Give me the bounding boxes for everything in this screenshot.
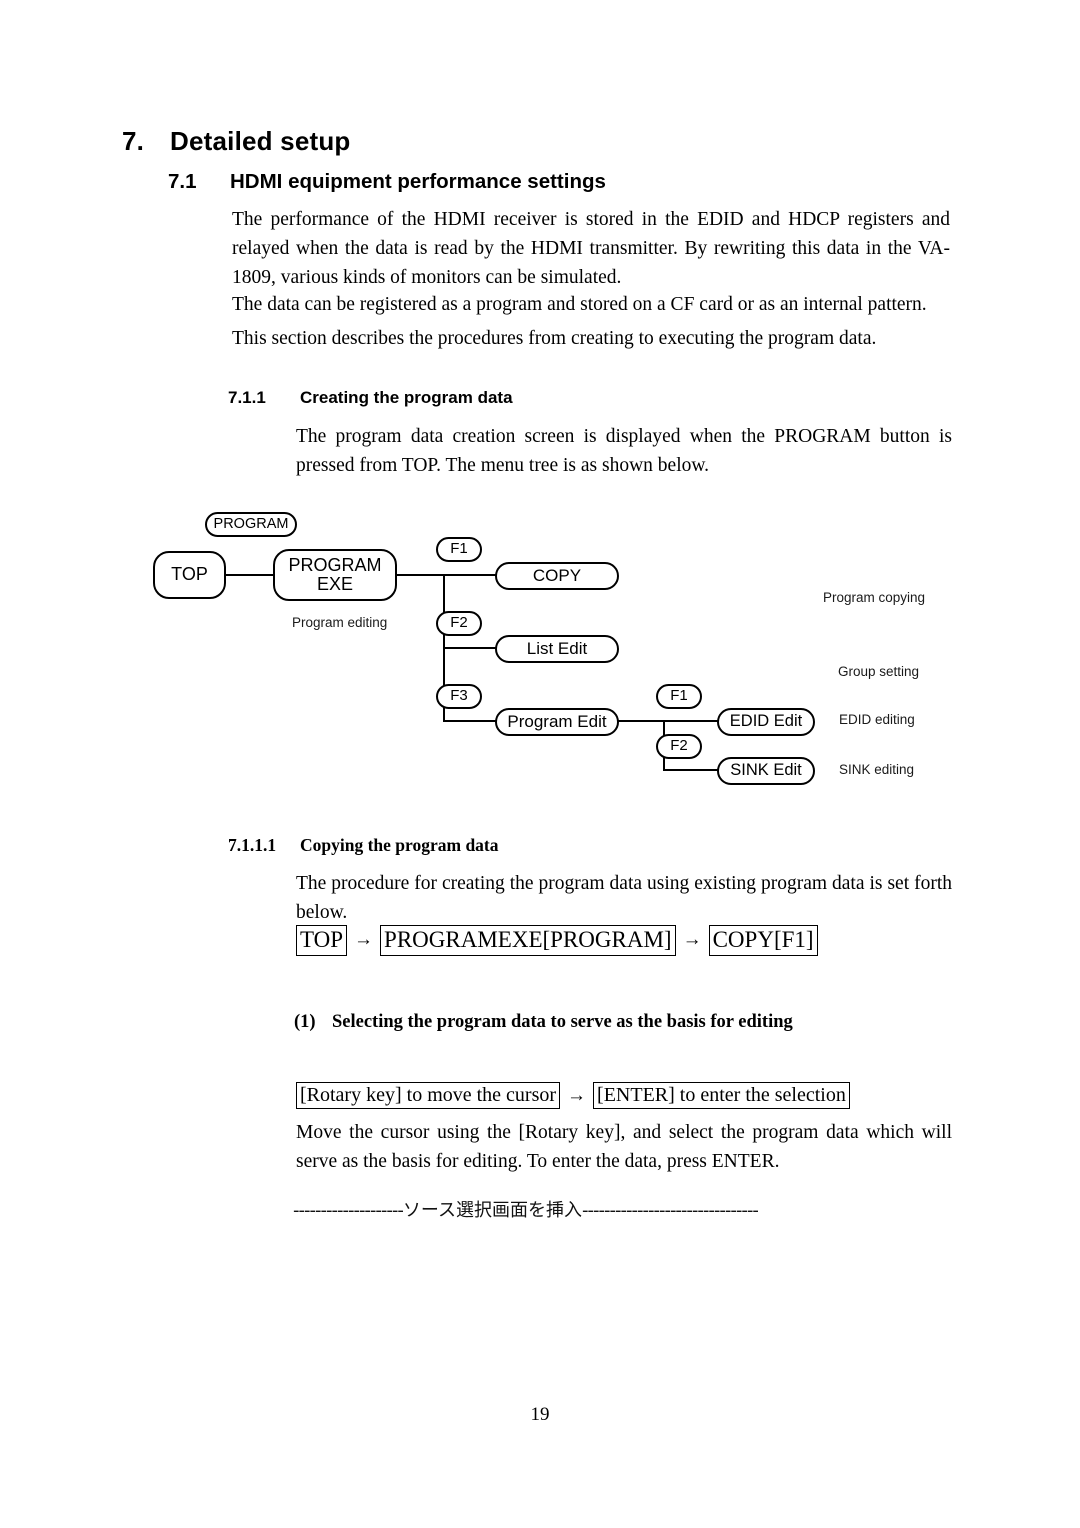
subsection-number-1: (1) [294,1012,316,1032]
tree-node-list-edit-label: List Edit [526,638,588,658]
connector-branch-programedit [443,720,498,722]
section-heading-7-1: 7.1 HDMI equipment performance settings [168,170,606,194]
connector-top-to-programexe [225,574,275,576]
key-sequence-nav-step-3: COPY[F1] [708,925,818,956]
tree-node-sink-edit: SINK Edit [717,757,815,785]
tree-node-f2-first-label: F2 [450,614,468,632]
tree-node-program-exe-label-2: EXE [316,574,354,594]
section-title-7-1: HDMI equipment performance settings [230,170,606,193]
tree-node-f1-second: F1 [656,684,702,709]
section-heading-7-1-1-1: 7.1.1.1 Copying the program data [228,835,499,856]
tree-annotation-edid-editing: EDID editing [839,712,915,727]
section-title-7-1-1: Creating the program data [300,388,513,407]
key-sequence-nav-path: TOP → PROGRAMEXE[PROGRAM] → COPY[F1] [296,925,818,956]
tree-node-f3-label: F3 [450,687,468,705]
paragraph-intro-2-text: The data can be registered as a program … [232,294,927,315]
tree-node-f2-second: F2 [656,734,702,759]
paragraph-intro-1: The performance of the HDMI receiver is … [232,205,950,292]
tree-node-top-label: TOP [171,564,208,585]
section-heading-7-1-1: 7.1.1 Creating the program data [228,388,513,408]
paragraph-copying-body-text: The procedure for creating the program d… [296,873,952,923]
section-heading-7: 7. Detailed setup [122,126,351,157]
connector-branch-sink [663,769,721,771]
connector-subtrunk-vertical [663,720,665,770]
tree-node-f2-first: F2 [436,611,482,636]
connector-programexe-stub [395,574,445,576]
connector-trunk-vertical [443,574,445,722]
insert-marker-dashes-right: -------------------------------- [582,1200,759,1221]
tree-node-program-exe: PROGRAM EXE [273,549,397,601]
connector-programedit-stub [617,720,665,722]
tree-node-program-key: PROGRAM [205,512,297,537]
document-page: 7. Detailed setup 7.1 HDMI equipment perfo… [0,0,1080,1528]
paragraph-intro-3-text: This section describes the procedures fr… [232,328,877,349]
key-sequence-operation: [Rotary key] to move the cursor → [ENTER… [296,1082,850,1110]
key-sequence-operation-step-1: [Rotary key] to move the cursor [296,1082,561,1110]
section-number-7-1-1-1: 7.1.1.1 [228,835,277,855]
key-sequence-nav-step-1: TOP [296,925,348,956]
tree-node-top: TOP [153,551,226,599]
paragraph-selecting-body: Move the cursor using the [Rotary key], … [296,1118,952,1176]
tree-node-sink-edit-label: SINK Edit [730,761,802,780]
section-number-7: 7. [122,126,145,156]
connector-branch-listedit [443,647,498,649]
paragraph-intro-2: The data can be registered as a program … [232,290,954,319]
section-title-7-1-1-1: Copying the program data [300,835,499,855]
tree-node-edid-edit: EDID Edit [717,708,815,736]
tree-node-f1-first: F1 [436,537,482,562]
insert-marker-text: ソース選択画面を挿入 [402,1200,583,1221]
section-number-7-1-1: 7.1.1 [228,388,266,407]
connector-branch-copy [443,574,498,576]
arrow-right-icon: → [567,1084,587,1106]
tree-node-edid-edit-label: EDID Edit [729,712,803,731]
tree-node-f1-first-label: F1 [450,540,468,558]
insert-marker: --------------------ソース選択画面を挿入----------… [293,1196,759,1222]
section-title-7: Detailed setup [170,126,351,156]
tree-node-program-edit-label: Program Edit [507,711,607,731]
tree-node-f2-second-label: F2 [670,737,688,755]
paragraph-copying-body: The procedure for creating the program d… [296,869,952,927]
paragraph-intro-3: This section describes the procedures fr… [232,324,954,353]
paragraph-creating-body: The program data creation screen is disp… [296,422,952,480]
tree-node-copy-label: COPY [532,565,582,585]
tree-annotation-sink-editing: SINK editing [839,762,915,777]
arrow-right-icon: → [354,929,374,951]
arrow-right-icon: → [682,929,702,951]
subsection-heading-1: (1) Selecting the program data to serve a… [294,1012,793,1033]
section-number-7-1: 7.1 [168,170,197,193]
tree-node-f1-second-label: F1 [670,687,688,705]
paragraph-selecting-body-text: Move the cursor using the [Rotary key], … [296,1122,952,1172]
tree-node-list-edit: List Edit [495,635,619,663]
key-sequence-nav-step-2: PROGRAMEXE[PROGRAM] [380,925,676,956]
connector-branch-edid [663,720,721,722]
tree-node-program-key-label: PROGRAM [213,515,289,532]
tree-node-program-exe-label-1: PROGRAM [288,554,382,575]
key-sequence-operation-step-2: [ENTER] to enter the selection [593,1082,850,1110]
tree-annotation-program-copying: Program copying [823,590,926,605]
tree-annotation-program-editing: Program editing [292,615,388,630]
page-number: 19 [530,1404,550,1425]
paragraph-creating-body-text: The program data creation screen is disp… [296,426,952,476]
tree-node-program-edit: Program Edit [495,708,619,736]
tree-node-copy: COPY [495,562,619,590]
paragraph-intro-1-text: The performance of the HDMI receiver is … [232,209,950,288]
insert-marker-dashes-left: -------------------- [293,1200,404,1221]
tree-annotation-group-setting: Group setting [838,664,920,679]
tree-node-f3: F3 [436,684,482,709]
subsection-title-1: Selecting the program data to serve as t… [332,1012,793,1032]
